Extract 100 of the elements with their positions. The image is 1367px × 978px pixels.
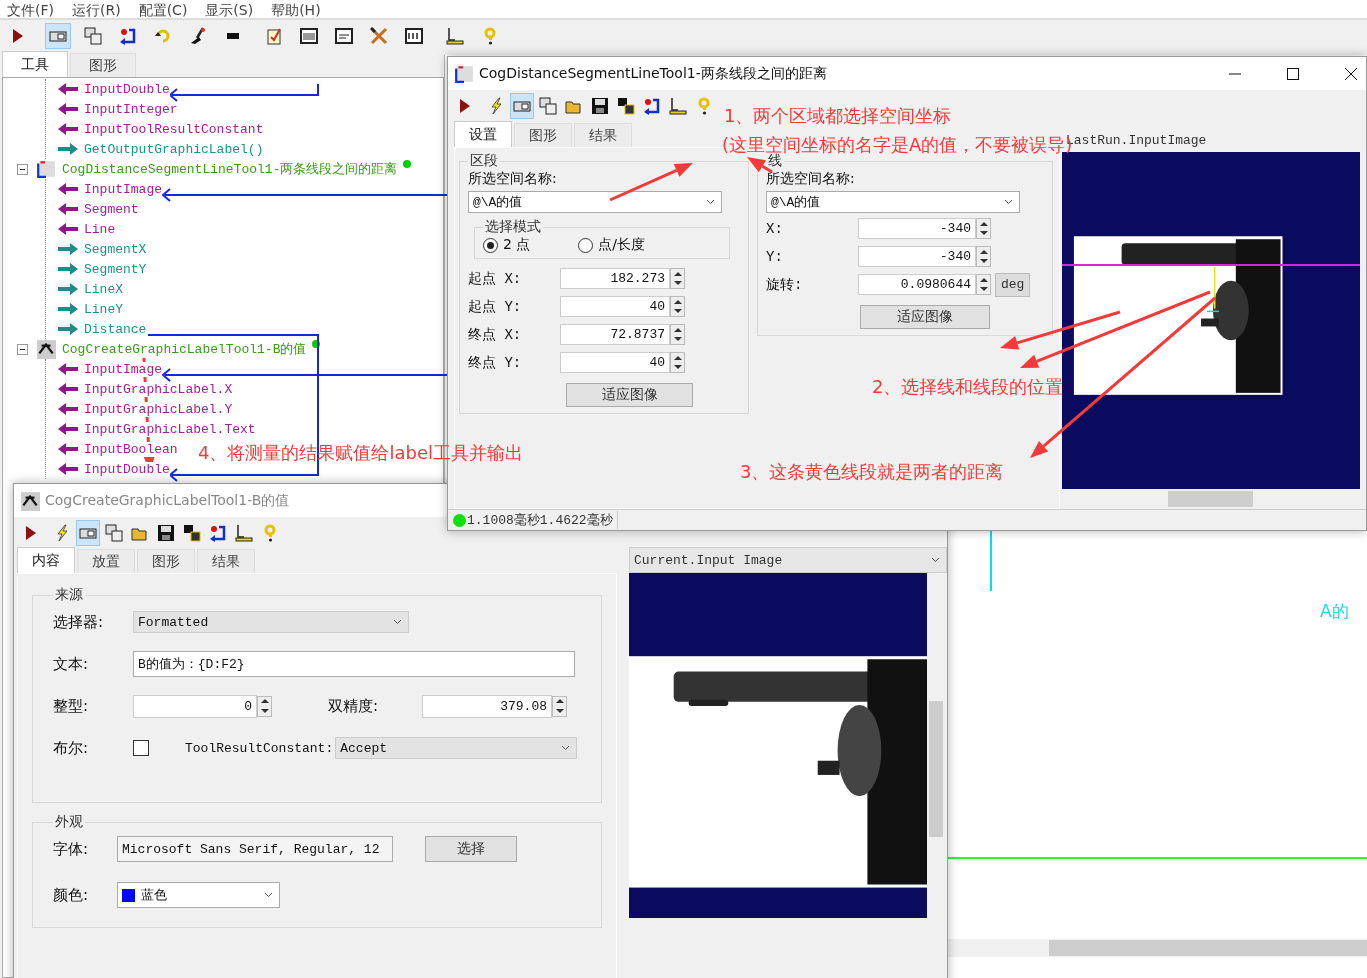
tab[interactable]: 结果: [574, 123, 632, 147]
arrow-left-icon: [58, 103, 78, 115]
tree-item[interactable]: GetOutputGraphicLabel(): [84, 141, 264, 157]
group-title: 区段: [469, 152, 499, 170]
input-field[interactable]: 0.0980644: [858, 274, 976, 295]
spin-button[interactable]: [670, 268, 685, 289]
copy-icon: [183, 524, 201, 542]
scrollbar[interactable]: [945, 939, 1367, 957]
tree-item[interactable]: CogCreateGraphicLabelTool1-B的值: [62, 340, 307, 358]
tool-icon: [36, 159, 56, 179]
input-field[interactable]: -340: [858, 218, 976, 239]
graphic-line: [990, 529, 992, 591]
spin-button[interactable]: [552, 695, 567, 717]
tree-item[interactable]: CogDistanceSegmentLineTool1-两条线段之间的距离: [62, 160, 398, 178]
dropdown[interactable]: Accept: [335, 737, 578, 759]
close-icon[interactable]: [1344, 66, 1358, 81]
tree-item[interactable]: SegmentX: [84, 241, 147, 257]
field-label: Y:: [766, 248, 784, 265]
caret-icon: [264, 892, 273, 898]
field-label: 颜色:: [53, 885, 90, 905]
menu-item[interactable]: 运行(R): [72, 2, 121, 18]
tree-item[interactable]: InputToolResultConstant: [84, 121, 264, 137]
fit-image-button[interactable]: 适应图像: [860, 305, 990, 329]
tab[interactable]: 结果: [197, 549, 255, 573]
tab[interactable]: 工具: [2, 51, 68, 77]
text-field[interactable]: B的值为：{D:F2}: [133, 651, 575, 677]
arrow-left-icon: [58, 223, 78, 235]
radio-button[interactable]: [578, 237, 594, 253]
unit-button[interactable]: deg: [995, 272, 1031, 297]
arrow-left-icon: [58, 203, 78, 215]
field-label: 起点 X:: [468, 269, 523, 288]
spin-button[interactable]: [670, 296, 685, 317]
spin-button[interactable]: [976, 274, 991, 295]
group-title: 线: [768, 152, 783, 170]
expander-icon[interactable]: [17, 163, 28, 175]
menu-item[interactable]: 显示(S): [205, 2, 254, 18]
radio-label: 点/长度: [598, 236, 646, 254]
field-label: 文本:: [53, 654, 90, 674]
field-label: 选择器:: [53, 612, 105, 632]
window-title: CogDistanceSegmentLineTool1-两条线段之间的距离: [479, 64, 827, 83]
spin-button[interactable]: [670, 352, 685, 373]
menu-item[interactable]: 配置(C): [138, 2, 188, 18]
checkbox[interactable]: [133, 740, 149, 756]
windows-icon: [539, 97, 557, 115]
arrow-left-icon: [58, 403, 78, 415]
tree-item[interactable]: InputGraphicLabel.X: [84, 381, 233, 397]
tool-icon: [36, 339, 56, 359]
input-field[interactable]: 40: [560, 296, 670, 317]
maximize-icon[interactable]: [1286, 66, 1300, 81]
tree-item[interactable]: InputImage: [84, 181, 162, 197]
text-field[interactable]: Microsoft Sans Serif, Regular, 12: [117, 836, 393, 862]
tree-item[interactable]: InputDouble: [84, 81, 170, 97]
spin-button[interactable]: [976, 246, 991, 267]
arrow-icon: [209, 524, 227, 542]
arrow-right-icon: [58, 303, 78, 315]
spin-button[interactable]: [976, 218, 991, 239]
arrow-right-icon: [58, 323, 78, 335]
tab[interactable]: 设置: [454, 121, 512, 147]
tab[interactable]: 图形: [514, 123, 572, 147]
input-field[interactable]: 40: [560, 352, 670, 373]
tree-item[interactable]: SegmentY: [84, 261, 147, 277]
expander-icon[interactable]: [17, 343, 28, 355]
field-label: 旋转:: [766, 275, 804, 294]
dropdown[interactable]: Current.Input Image: [629, 547, 947, 573]
monitor-icon: [405, 27, 423, 45]
input-field[interactable]: 72.8737: [560, 324, 670, 345]
brush-icon: [189, 27, 207, 45]
dropdown[interactable]: Formatted: [133, 611, 409, 633]
tree-item[interactable]: InputInteger: [84, 101, 178, 117]
group-title: 外观: [54, 813, 84, 831]
menu-item[interactable]: 帮助(H): [271, 2, 321, 18]
tree-item[interactable]: InputGraphicLabel.Y: [84, 401, 233, 417]
dropdown[interactable]: @\A的值: [468, 191, 722, 213]
spin-button[interactable]: [670, 324, 685, 345]
choose-button[interactable]: 选择: [425, 836, 517, 862]
input-field[interactable]: 0: [133, 694, 257, 718]
tree-item[interactable]: InputBoolean: [84, 441, 178, 457]
input-field[interactable]: -340: [858, 246, 976, 267]
tree-item[interactable]: InputGraphicLabel.Text: [84, 421, 256, 437]
tab[interactable]: 放置: [77, 549, 135, 573]
status-text: 1.4622毫秒: [539, 512, 613, 529]
dropdown[interactable]: @\A的值: [766, 191, 1020, 213]
tab[interactable]: 图形: [137, 549, 195, 573]
dropdown[interactable]: 蓝色: [117, 882, 280, 908]
tree-item[interactable]: InputImage: [84, 361, 162, 377]
arrow-left-icon: [58, 423, 78, 435]
arrow-right-icon: [58, 243, 78, 255]
input-field[interactable]: 379.08: [422, 694, 552, 718]
tree-item[interactable]: InputDouble: [84, 461, 170, 477]
tree-item[interactable]: Segment: [84, 201, 139, 217]
field-label: 双精度:: [328, 696, 380, 716]
field-label: 终点 Y:: [468, 353, 523, 372]
spin-button[interactable]: [257, 695, 272, 717]
radio-button[interactable]: [483, 237, 498, 253]
tab[interactable]: 图形: [70, 53, 136, 77]
menu-item[interactable]: 文件(F): [7, 2, 54, 18]
tab[interactable]: 内容: [17, 547, 75, 573]
input-field[interactable]: 182.273: [560, 268, 670, 289]
field-label: 起点 Y:: [468, 297, 523, 316]
fit-image-button[interactable]: 适应图像: [566, 383, 693, 407]
